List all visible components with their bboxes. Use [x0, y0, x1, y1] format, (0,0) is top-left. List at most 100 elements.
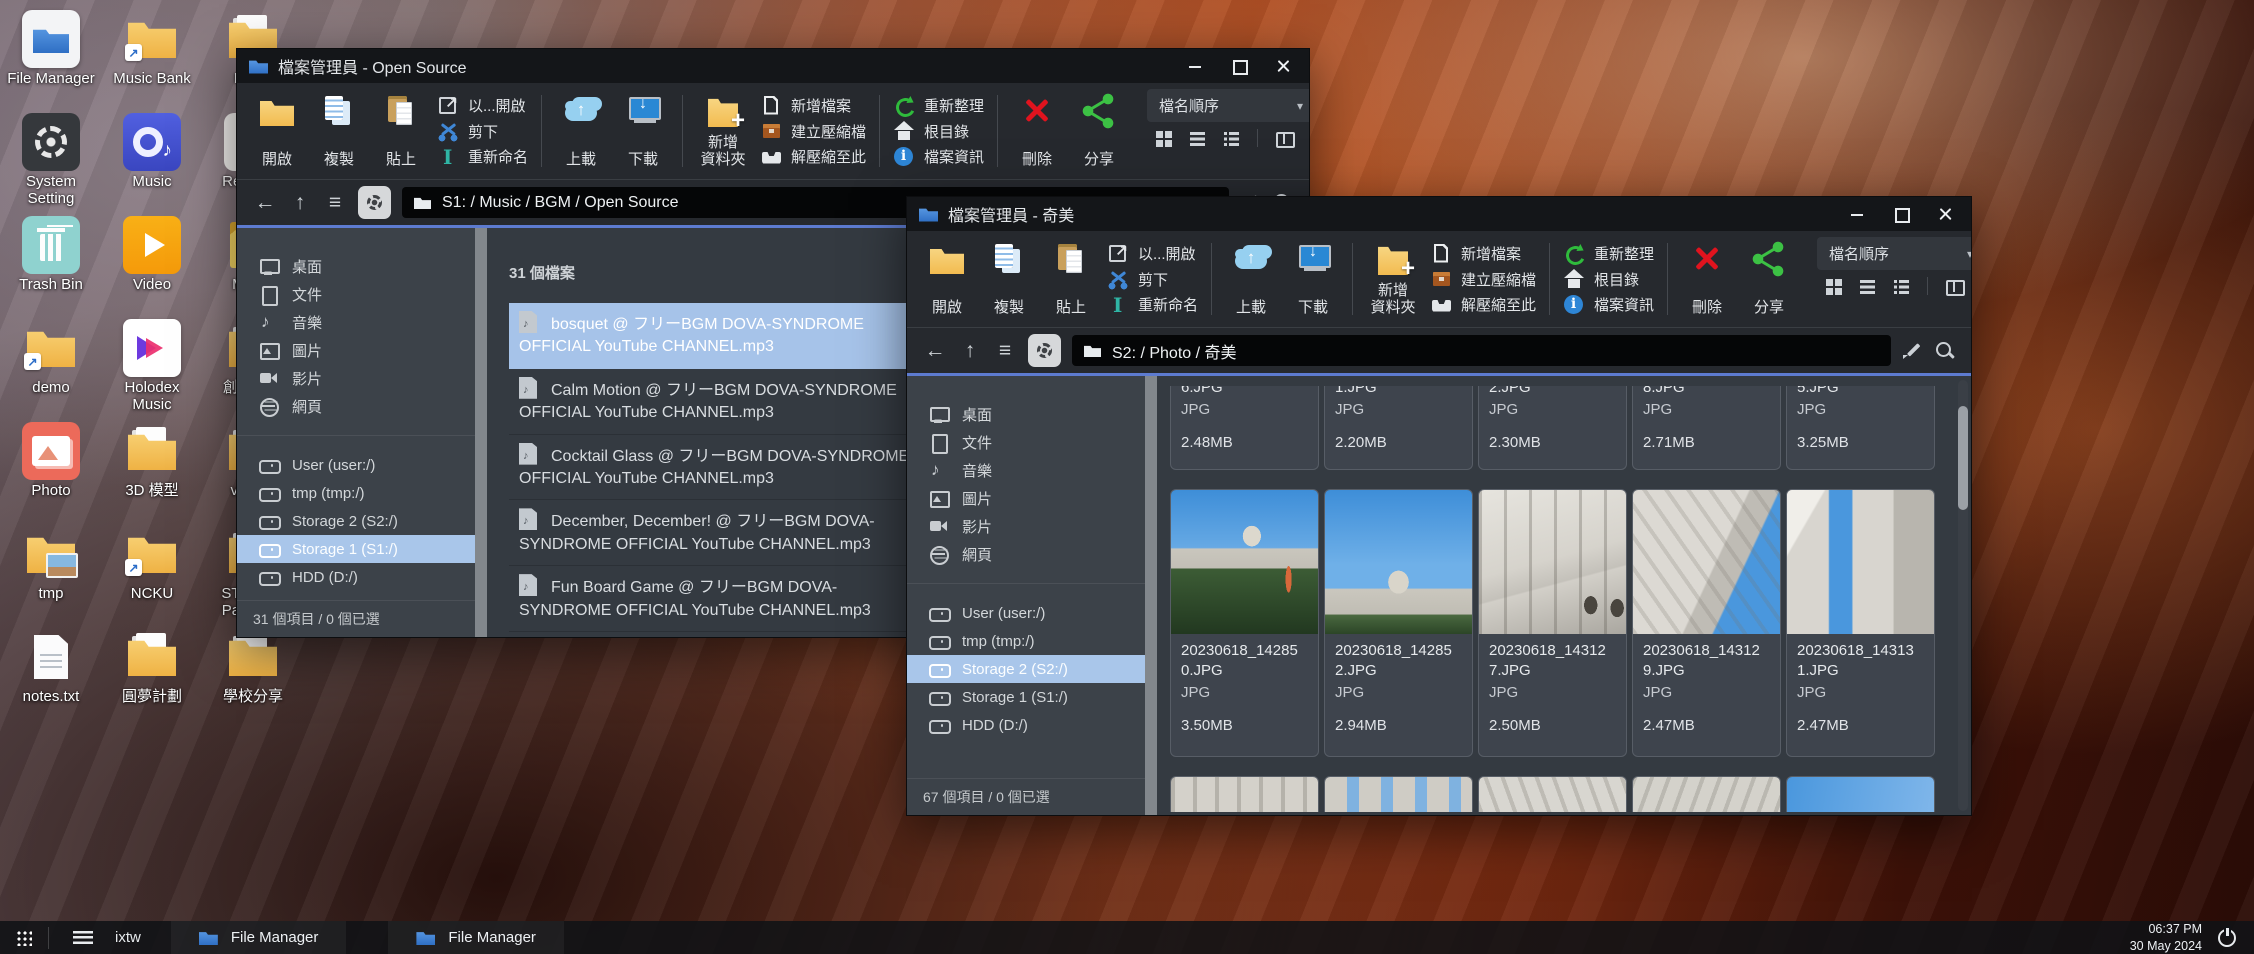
- view-columns-button[interactable]: [1275, 130, 1292, 147]
- toolbar-button[interactable]: 下載: [615, 89, 671, 173]
- photo-card[interactable]: 8.JPG JPG 2.71MB: [1632, 386, 1781, 470]
- toolbar-button[interactable]: 剪下: [1107, 267, 1198, 292]
- desktop-icon[interactable]: demo: [2, 319, 100, 422]
- toolbar-button[interactable]: 下載: [1285, 237, 1341, 321]
- path-field[interactable]: S2: / Photo / 奇美: [1072, 335, 1891, 366]
- sidebar-place-item[interactable]: 文件: [907, 428, 1145, 456]
- taskbar-menu-icon[interactable]: [73, 931, 93, 944]
- toolbar-button[interactable]: 上載: [553, 89, 609, 173]
- toolbar-button[interactable]: 建立壓縮檔: [1430, 267, 1536, 292]
- photo-card[interactable]: 2.JPG JPG 2.30MB: [1478, 386, 1627, 470]
- toolbar-button[interactable]: 檔案資訊: [893, 144, 984, 169]
- taskbar-task-button[interactable]: File Manager: [388, 921, 564, 954]
- sidebar-device-item[interactable]: HDD (D:/): [907, 711, 1145, 739]
- photo-card[interactable]: [1786, 776, 1935, 812]
- photo-card[interactable]: [1632, 776, 1781, 812]
- desktop-icon[interactable]: 3D 模型: [103, 422, 201, 525]
- sidebar-place-item[interactable]: 圖片: [237, 336, 475, 364]
- menu-button[interactable]: ≡: [323, 192, 347, 213]
- taskbar-task-button[interactable]: File Manager: [171, 921, 347, 954]
- toolbar-button[interactable]: 以...開啟: [1107, 241, 1198, 266]
- toolbar-button[interactable]: 開啟: [249, 89, 305, 173]
- toolbar-button[interactable]: 重新命名: [1107, 292, 1198, 317]
- toolbar-button[interactable]: 複製: [981, 237, 1037, 321]
- desktop-icon[interactable]: notes.txt: [2, 628, 100, 731]
- photo-card[interactable]: [1324, 776, 1473, 812]
- toolbar-button[interactable]: 新增檔案: [1430, 241, 1536, 266]
- toolbar-button[interactable]: 刪除: [1009, 89, 1065, 173]
- toolbar-button[interactable]: 新增檔案: [760, 93, 866, 118]
- file-item[interactable]: December, December! @ フリーBGM DOVA-SYNDRO…: [509, 500, 927, 566]
- view-detail-button[interactable]: [1893, 278, 1910, 295]
- sort-dropdown[interactable]: 檔名順序 ▾: [1817, 237, 1971, 270]
- sidebar-device-item[interactable]: User (user:/): [907, 599, 1145, 627]
- minimize-button[interactable]: [1849, 206, 1865, 222]
- photo-card[interactable]: 5.JPG JPG 3.25MB: [1786, 386, 1935, 470]
- photo-card[interactable]: [1170, 776, 1319, 812]
- up-button[interactable]: ↑: [958, 340, 982, 361]
- sidebar-place-item[interactable]: 文件: [237, 280, 475, 308]
- view-grid-button[interactable]: [1155, 130, 1172, 147]
- grid-scrollbar[interactable]: [1958, 380, 1968, 811]
- close-button[interactable]: [1275, 58, 1291, 74]
- toolbar-button[interactable]: 新增 資料夾: [1364, 237, 1422, 321]
- back-button[interactable]: ←: [923, 340, 947, 361]
- sidebar-place-item[interactable]: 音樂: [237, 308, 475, 336]
- photo-card[interactable]: 20230618_14312 9.JPG JPG 2.47MB: [1632, 489, 1781, 757]
- desktop-icon[interactable]: Music Bank: [103, 10, 201, 113]
- power-icon[interactable]: [2218, 929, 2236, 947]
- view-list-button[interactable]: [1859, 278, 1876, 295]
- toolbar-button[interactable]: 開啟: [919, 237, 975, 321]
- photo-card[interactable]: 20230618_14285 0.JPG JPG 3.50MB: [1170, 489, 1319, 757]
- desktop-icon[interactable]: Photo: [2, 422, 100, 525]
- file-item[interactable]: Calm Motion @ フリーBGM DOVA-SYNDROME OFFIC…: [509, 369, 927, 435]
- sidebar-place-item[interactable]: 圖片: [907, 484, 1145, 512]
- sidebar-device-item[interactable]: tmp (tmp:/): [907, 627, 1145, 655]
- toolbar-button[interactable]: 重新整理: [1563, 241, 1654, 266]
- view-list-button[interactable]: [1189, 130, 1206, 147]
- sidebar-place-item[interactable]: 網頁: [237, 392, 475, 420]
- toolbar-button[interactable]: 重新命名: [437, 144, 528, 169]
- scrollbar-thumb[interactable]: [1958, 406, 1968, 510]
- back-button[interactable]: ←: [253, 192, 277, 213]
- sidebar-place-item[interactable]: 網頁: [907, 540, 1145, 568]
- toolbar-button[interactable]: 根目錄: [1563, 267, 1654, 292]
- toolbar-button[interactable]: 貼上: [1043, 237, 1099, 321]
- sidebar-device-item[interactable]: tmp (tmp:/): [237, 479, 475, 507]
- view-columns-button[interactable]: [1945, 278, 1962, 295]
- photo-card[interactable]: 20230618_14313 1.JPG JPG 2.47MB: [1786, 489, 1935, 757]
- file-item[interactable]: bosquet @ フリーBGM DOVA-SYNDROME OFFICIAL …: [509, 303, 927, 369]
- desktop-icon[interactable]: Holodex Music: [103, 319, 201, 422]
- window-titlebar[interactable]: 檔案管理員 - 奇美: [907, 197, 1971, 231]
- clock[interactable]: 06:37 PM 30 May 2024: [2130, 921, 2202, 954]
- toolbar-button[interactable]: 重新整理: [893, 93, 984, 118]
- sidebar-device-item[interactable]: User (user:/): [237, 451, 475, 479]
- toolbar-button[interactable]: 上載: [1223, 237, 1279, 321]
- sidebar-place-item[interactable]: 音樂: [907, 456, 1145, 484]
- toolbar-button[interactable]: 複製: [311, 89, 367, 173]
- file-item[interactable]: Fun Board Game @ フリーBGM DOVA-SYNDROME OF…: [509, 566, 927, 632]
- photo-card[interactable]: 1.JPG JPG 2.20MB: [1324, 386, 1473, 470]
- desktop-icon[interactable]: Video: [103, 216, 201, 319]
- photo-card[interactable]: 20230618_14312 7.JPG JPG 2.50MB: [1478, 489, 1627, 757]
- desktop-icon[interactable]: tmp: [2, 525, 100, 628]
- desktop-icon[interactable]: NCKU: [103, 525, 201, 628]
- toolbar-button[interactable]: 分享: [1071, 89, 1127, 173]
- sidebar-place-item[interactable]: 桌面: [237, 252, 475, 280]
- toolbar-button[interactable]: 解壓縮至此: [760, 144, 866, 169]
- sidebar-scrollbar[interactable]: [475, 228, 487, 637]
- sidebar-place-item[interactable]: 影片: [237, 364, 475, 392]
- app-launcher-button[interactable]: [0, 921, 48, 954]
- close-button[interactable]: [1937, 206, 1953, 222]
- toolbar-button[interactable]: 根目錄: [893, 119, 984, 144]
- sidebar-device-item[interactable]: HDD (D:/): [237, 563, 475, 591]
- toolbar-button[interactable]: 以...開啟: [437, 93, 528, 118]
- desktop-icon[interactable]: Music: [103, 113, 201, 216]
- toolbar-button[interactable]: 分享: [1741, 237, 1797, 321]
- sidebar-place-item[interactable]: 影片: [907, 512, 1145, 540]
- window-titlebar[interactable]: 檔案管理員 - Open Source: [237, 49, 1309, 83]
- photo-card[interactable]: 6.JPG JPG 2.48MB: [1170, 386, 1319, 470]
- view-detail-button[interactable]: [1223, 130, 1240, 147]
- file-item[interactable]: Cocktail Glass @ フリーBGM DOVA-SYNDROME OF…: [509, 435, 927, 501]
- photo-card[interactable]: [1478, 776, 1627, 812]
